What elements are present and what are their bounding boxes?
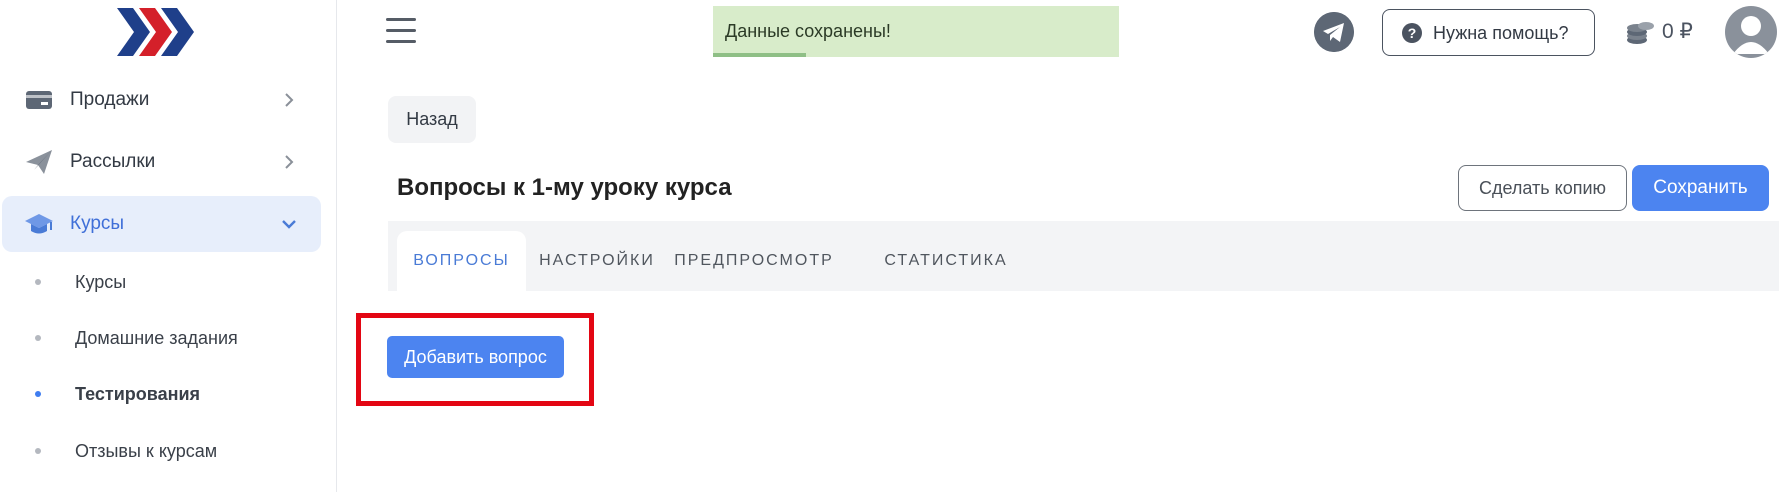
sidebar-subitem-label: Тестирования [75,384,201,404]
make-copy-button[interactable]: Сделать копию [1458,165,1627,211]
sidebar: Продажи Рассылки Курсы Курсы Домашние за… [0,0,337,492]
avatar[interactable] [1725,6,1777,58]
card-icon [26,91,52,109]
tab-statistics[interactable]: Статистика [880,231,1012,291]
sidebar-subitem-label: Домашние задания [75,328,238,348]
user-icon [1733,16,1769,54]
balance-value: 0 ₽ [1662,20,1693,43]
bullet-icon [35,391,41,397]
sidebar-subitem-courses[interactable]: Курсы [0,262,321,302]
sidebar-subitem-reviews[interactable]: Отзывы к курсам [0,431,321,471]
tabs-bar: Вопросы Настройки Предпросмотр Статистик… [388,221,1779,291]
tab-settings[interactable]: Настройки [537,231,657,291]
chevron-down-icon [282,220,296,229]
coins-icon [1627,22,1654,44]
hamburger-menu-icon[interactable] [386,18,416,46]
sidebar-item-label: Рассылки [70,151,156,172]
bullet-icon [35,448,41,454]
sidebar-subitem-label: Курсы [75,272,127,292]
telegram-icon[interactable] [1314,12,1354,52]
toast-progress-bar [713,53,807,57]
toast-message: Данные сохранены! [725,21,891,41]
sidebar-item-mailings[interactable]: Рассылки [2,134,321,190]
page-title: Вопросы к 1-му уроку курса [397,174,732,201]
sidebar-subitem-label: Отзывы к курсам [75,441,218,461]
sidebar-item-label: Продажи [70,89,150,110]
chevron-right-icon [285,155,294,169]
chevron-right-icon [285,93,294,107]
question-circle-icon: ? [1402,23,1422,43]
sidebar-item-courses[interactable]: Курсы [2,196,321,252]
sidebar-item-label: Курсы [70,213,125,234]
graduation-cap-icon [25,214,53,234]
help-button[interactable]: ? Нужна помощь? [1382,9,1595,56]
back-button[interactable]: Назад [388,96,476,143]
tab-preview[interactable]: Предпросмотр [674,231,832,291]
bullet-icon [35,279,41,285]
bullet-icon [35,335,41,341]
toast-notification: Данные сохранены! [713,6,1119,57]
sidebar-subitem-homework[interactable]: Домашние задания [0,318,321,358]
sidebar-subitem-tests[interactable]: Тестирования [0,374,321,414]
paper-plane-icon [26,150,52,174]
logo-icon[interactable] [117,8,195,56]
save-button[interactable]: Сохранить [1632,165,1769,211]
add-question-button[interactable]: Добавить вопрос [387,336,564,378]
tab-questions[interactable]: Вопросы [397,231,526,291]
sidebar-item-sales[interactable]: Продажи [2,72,321,128]
help-button-label: Нужна помощь? [1433,23,1569,43]
